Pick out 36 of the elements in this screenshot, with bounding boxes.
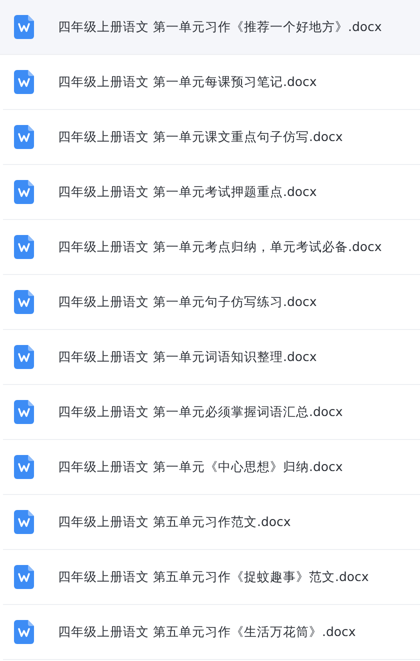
file-name: 四年级上册语文 第一单元词语知识整理.docx bbox=[58, 348, 317, 366]
file-row[interactable]: 四年级上册语文 第五单元习作《捉蚊趣事》范文.docx bbox=[3, 550, 420, 605]
word-document-icon bbox=[14, 15, 34, 39]
file-name: 四年级上册语文 第五单元习作《生活万花筒》.docx bbox=[58, 624, 356, 640]
file-name: 四年级上册语文 第一单元每课预习笔记.docx bbox=[58, 74, 317, 90]
file-name: 四年级上册语文 第一单元《中心思想》归纳.docx bbox=[58, 458, 343, 476]
word-document-icon bbox=[14, 345, 34, 369]
file-name: 四年级上册语文 第一单元考试押题重点.docx bbox=[58, 184, 317, 200]
file-row[interactable]: 四年级上册语文 第一单元词语知识整理.docx bbox=[3, 330, 420, 385]
file-name: 四年级上册语文 第五单元习作范文.docx bbox=[58, 514, 291, 530]
word-document-icon bbox=[14, 510, 34, 534]
word-document-icon bbox=[14, 125, 34, 149]
file-name: 四年级上册语文 第一单元句子仿写练习.docx bbox=[58, 294, 317, 310]
word-document-icon bbox=[14, 180, 34, 204]
file-row[interactable]: 四年级上册语文 第一单元必须掌握词语汇总.docx bbox=[3, 385, 420, 440]
word-document-icon bbox=[14, 565, 34, 589]
file-row[interactable]: 四年级上册语文 第一单元每课预习笔记.docx bbox=[3, 55, 420, 110]
file-name: 四年级上册语文 第一单元课文重点句子仿写.docx bbox=[58, 128, 343, 146]
file-name: 四年级上册语文 第一单元必须掌握词语汇总.docx bbox=[58, 404, 343, 420]
word-document-icon bbox=[14, 620, 34, 644]
file-row[interactable]: 四年级上册语文 第一单元考试押题重点.docx bbox=[3, 165, 420, 220]
word-document-icon bbox=[14, 290, 34, 314]
file-row[interactable]: 四年级上册语文 第五单元习作范文.docx bbox=[3, 495, 420, 550]
file-row[interactable]: 四年级上册语文 第一单元考点归纳，单元考试必备.docx bbox=[3, 220, 420, 275]
word-document-icon bbox=[14, 235, 34, 259]
file-name: 四年级上册语文 第五单元习作《捉蚊趣事》范文.docx bbox=[58, 568, 369, 586]
file-row[interactable]: 四年级上册语文 第五单元习作《生活万花筒》.docx bbox=[3, 605, 420, 660]
word-document-icon bbox=[14, 455, 34, 479]
word-document-icon bbox=[14, 70, 34, 94]
file-name: 四年级上册语文 第一单元考点归纳，单元考试必备.docx bbox=[58, 238, 382, 256]
file-name: 四年级上册语文 第一单元习作《推荐一个好地方》.docx bbox=[58, 18, 382, 36]
file-row[interactable]: 四年级上册语文 第一单元句子仿写练习.docx bbox=[3, 275, 420, 330]
word-document-icon bbox=[14, 400, 34, 424]
file-row[interactable]: 四年级上册语文 第一单元《中心思想》归纳.docx bbox=[3, 440, 420, 495]
file-row[interactable]: 四年级上册语文 第一单元课文重点句子仿写.docx bbox=[3, 110, 420, 165]
file-row[interactable]: 四年级上册语文 第一单元习作《推荐一个好地方》.docx bbox=[0, 0, 420, 55]
